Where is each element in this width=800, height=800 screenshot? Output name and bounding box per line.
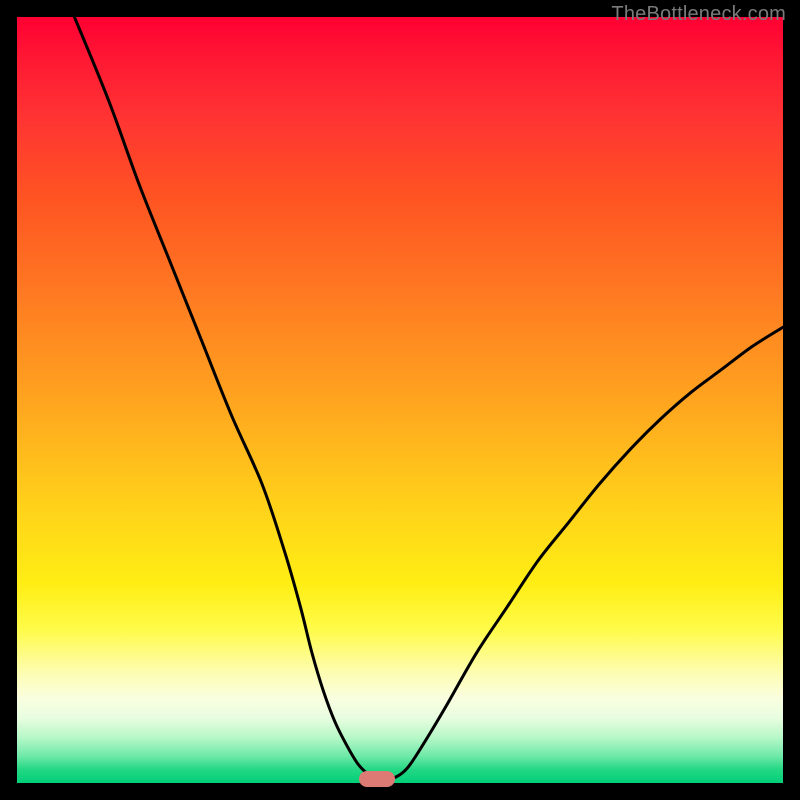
- plot-area: [17, 17, 783, 783]
- bottleneck-curve: [17, 17, 783, 783]
- attribution-text: TheBottleneck.com: [611, 3, 786, 26]
- optimal-marker: [359, 771, 395, 787]
- chart-container: TheBottleneck.com: [0, 0, 800, 800]
